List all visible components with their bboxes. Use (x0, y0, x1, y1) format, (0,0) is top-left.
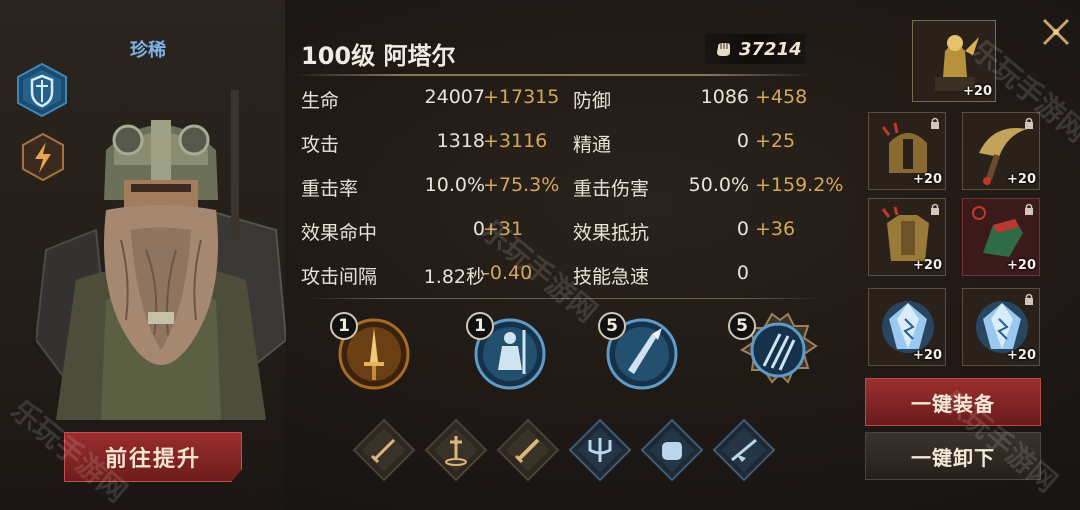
equipment-level: +20 (1007, 258, 1036, 273)
stat-label: 攻击间隔 (301, 266, 378, 288)
skill-slot-4[interactable]: 5 (728, 312, 818, 392)
stat-base: 1.82秒 (423, 266, 485, 288)
equipment-slot-gloves[interactable]: +20 (962, 198, 1040, 276)
stat-label: 精通 (573, 134, 612, 156)
trident-talent-icon[interactable] (568, 418, 632, 482)
skill-level-badge: 1 (330, 312, 358, 340)
sword-talent-icon[interactable] (352, 418, 416, 482)
stat-bonus: +17315 (483, 86, 560, 108)
rarity-label: 珍稀 (130, 40, 166, 61)
stat-base: 0 (736, 130, 749, 152)
stat-label: 重击率 (301, 178, 359, 200)
combat-power: 37214 (705, 34, 805, 64)
stat-bonus: +458 (755, 86, 808, 108)
stat-base: 24007 (424, 86, 485, 108)
stat-row-hp: 生命 24007 +17315 (301, 86, 561, 114)
stat-base: 10.0% (424, 174, 485, 196)
title-divider (295, 74, 810, 76)
stat-base: 1318 (436, 130, 485, 152)
equipment-level: +20 (913, 172, 942, 187)
equipment-level: +20 (1007, 348, 1036, 363)
equipment-level: +20 (963, 84, 992, 99)
stat-row-attack: 攻击 1318 +3116 (301, 130, 561, 158)
stat-label: 效果抵抗 (573, 222, 650, 244)
stat-label: 重击伤害 (573, 178, 650, 200)
stat-bonus: +3116 (483, 130, 548, 152)
planted-sword-talent-icon[interactable] (424, 418, 488, 482)
equipment-level: +20 (913, 258, 942, 273)
stat-bonus: +36 (755, 218, 796, 240)
lock-icon (931, 203, 939, 215)
stat-base: 0 (736, 218, 749, 240)
equipment-level: +20 (913, 348, 942, 363)
hero-level-name: 100级 阿塔尔 (301, 42, 456, 70)
equipment-slot-helmet[interactable]: +20 (868, 112, 946, 190)
sword-slash-talent-icon[interactable] (496, 418, 560, 482)
stat-bonus: +159.2% (755, 174, 844, 196)
fist-talent-icon[interactable] (640, 418, 704, 482)
hero-detail-screen: 珍稀 前往提升 100级 阿塔尔 37214 生命 24007 +17315 攻… (0, 0, 1080, 510)
equipment-slot-crystal-1[interactable]: +20 (868, 288, 946, 366)
stat-row-effect-resist: 效果抵抗 0 +36 (573, 218, 841, 246)
stat-label: 生命 (301, 90, 340, 112)
stat-base: 0 (736, 262, 749, 284)
equipment-slot-weapon[interactable]: +20 (962, 112, 1040, 190)
combat-power-value: 37214 (739, 38, 802, 60)
skill-slot-2[interactable]: 1 (466, 312, 546, 392)
skill-level-badge: 1 (466, 312, 494, 340)
stat-label: 效果命中 (301, 222, 378, 244)
lock-icon (931, 117, 939, 129)
stat-label: 攻击 (301, 134, 340, 156)
stat-row-defense: 防御 1086 +458 (573, 86, 841, 114)
stat-row-crit-damage: 重击伤害 50.0% +159.2% (573, 174, 844, 202)
stat-row-skill-haste: 技能急速 0 (573, 262, 841, 290)
skill-slot-1[interactable]: 1 (330, 312, 410, 392)
stat-row-mastery: 精通 0 +25 (573, 130, 841, 158)
skill-level-badge: 5 (728, 312, 756, 340)
close-icon[interactable] (1036, 12, 1076, 52)
stat-bonus: +75.3% (483, 174, 560, 196)
stat-base: 50.0% (688, 174, 749, 196)
stat-row-crit-rate: 重击率 10.0% +75.3% (301, 174, 561, 202)
equipment-level: +20 (1007, 172, 1036, 187)
dwarf-hero-portrait (36, 90, 286, 420)
lock-icon (1025, 293, 1033, 305)
equipment-slot-armor[interactable]: +20 (868, 198, 946, 276)
skill-level-badge: 5 (598, 312, 626, 340)
spear-rush-talent-icon[interactable] (712, 418, 776, 482)
skill-slot-3[interactable]: 5 (598, 312, 678, 392)
stat-base: 1086 (700, 86, 749, 108)
equipment-slot-crystal-2[interactable]: +20 (962, 288, 1040, 366)
stat-label: 防御 (573, 90, 612, 112)
fist-power-icon (717, 43, 730, 56)
stat-bonus: +25 (755, 130, 796, 152)
lock-icon (1025, 203, 1033, 215)
